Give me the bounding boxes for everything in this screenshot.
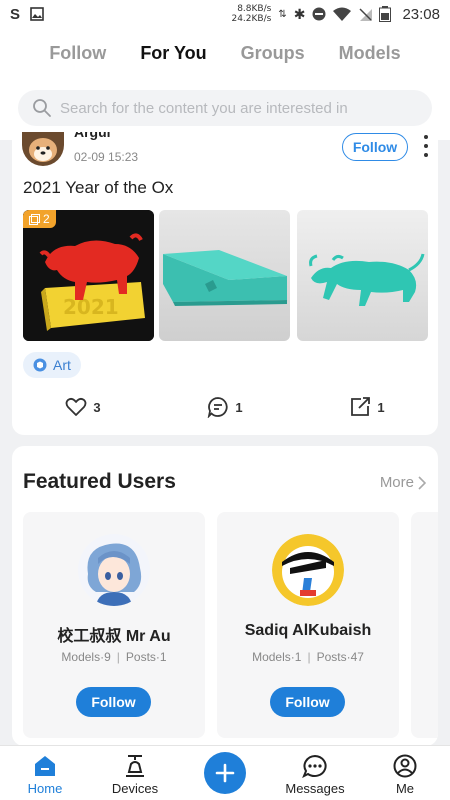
header: Follow For You Groups Models Search for … xyxy=(0,28,450,140)
svg-text:2021: 2021 xyxy=(63,295,119,319)
like-count: 3 xyxy=(93,399,101,415)
no-sim-icon xyxy=(359,8,373,21)
dnd-icon xyxy=(312,7,326,21)
tab-models[interactable]: Models xyxy=(322,43,418,64)
top-tabs: Follow For You Groups Models xyxy=(0,28,450,78)
data-arrows-icon: ⇅ xyxy=(278,8,287,20)
post-image-2[interactable] xyxy=(159,210,290,341)
user-card-partial[interactable] xyxy=(411,512,438,738)
category-icon xyxy=(33,358,47,372)
network-speed: 8.8KB/s 24.2KB/s xyxy=(231,4,272,24)
user-stats: Models·9 | Posts·1 xyxy=(61,650,167,664)
battery-icon xyxy=(379,6,392,22)
comment-icon xyxy=(208,397,228,418)
share-button[interactable]: 1 xyxy=(296,396,438,418)
share-icon xyxy=(351,397,371,416)
clock: 23:08 xyxy=(402,5,440,23)
post-image-1[interactable]: 2021 2 xyxy=(23,210,154,341)
post-actions: 3 1 1 xyxy=(12,396,438,418)
more-link[interactable]: More xyxy=(380,474,426,491)
avatar[interactable] xyxy=(78,534,150,606)
bluetooth-icon: ✱ xyxy=(293,5,306,22)
chevron-right-icon xyxy=(418,475,426,490)
user-card[interactable]: Sadiq AlKubaish Models·1 | Posts·47 Follow xyxy=(217,512,399,738)
search-bar[interactable]: Search for the content you are intereste… xyxy=(18,90,432,126)
post-time: 02-09 15:23 xyxy=(74,150,139,164)
share-count: 1 xyxy=(377,399,385,415)
printer-3d-icon xyxy=(126,755,144,777)
plus-icon xyxy=(215,763,235,783)
bottom-nav: Home Devices Messages Me xyxy=(0,745,450,800)
message-icon xyxy=(302,754,327,778)
profile-icon xyxy=(393,754,417,778)
post-username[interactable]: Argul xyxy=(74,132,111,140)
heart-icon xyxy=(65,397,87,416)
s-app-icon: S xyxy=(10,5,21,23)
user-stats: Models·1 | Posts·47 xyxy=(252,650,364,664)
featured-users-section: Featured Users More 校工叔叔 Mr Au Models·9 |… xyxy=(12,446,438,746)
tab-for-you[interactable]: For You xyxy=(123,43,223,64)
post-title: 2021 Year of the Ox xyxy=(23,178,174,197)
tab-groups[interactable]: Groups xyxy=(224,43,322,64)
follow-button[interactable]: Follow xyxy=(76,687,151,717)
comment-count: 1 xyxy=(235,399,243,415)
search-placeholder: Search for the content you are intereste… xyxy=(60,99,348,117)
add-button[interactable] xyxy=(204,752,246,794)
user-name: Sadiq AlKubaish xyxy=(244,622,372,639)
section-title: Featured Users xyxy=(23,470,176,493)
avatar[interactable] xyxy=(22,132,64,166)
gallery-icon xyxy=(29,213,40,225)
image-count-badge: 2 xyxy=(23,210,56,228)
user-name: 校工叔叔 Mr Au xyxy=(57,628,171,645)
tag-art[interactable]: Art xyxy=(23,352,81,378)
follow-button[interactable]: Follow xyxy=(342,133,408,161)
post-card[interactable]: Argul 02-09 15:23 Follow 2021 Year of th… xyxy=(12,132,438,435)
like-button[interactable]: 3 xyxy=(12,396,154,418)
nav-add[interactable] xyxy=(180,746,270,800)
follow-button[interactable]: Follow xyxy=(270,687,345,717)
home-icon xyxy=(35,756,55,776)
post-image-3[interactable] xyxy=(297,210,428,341)
search-icon xyxy=(33,99,51,117)
nav-devices[interactable]: Devices xyxy=(90,746,180,800)
image-icon xyxy=(30,7,44,21)
nav-home[interactable]: Home xyxy=(0,746,90,800)
nav-messages[interactable]: Messages xyxy=(270,746,360,800)
comment-button[interactable]: 1 xyxy=(154,396,296,418)
avatar[interactable] xyxy=(272,534,344,606)
user-card[interactable]: 校工叔叔 Mr Au Models·9 | Posts·1 Follow xyxy=(23,512,205,738)
nav-me[interactable]: Me xyxy=(360,746,450,800)
tab-follow[interactable]: Follow xyxy=(32,43,123,64)
more-options-icon[interactable] xyxy=(422,135,430,157)
status-bar: S 8.8KB/s 24.2KB/s ⇅ ✱ 23:08 xyxy=(0,0,450,28)
wifi-icon xyxy=(333,7,352,21)
